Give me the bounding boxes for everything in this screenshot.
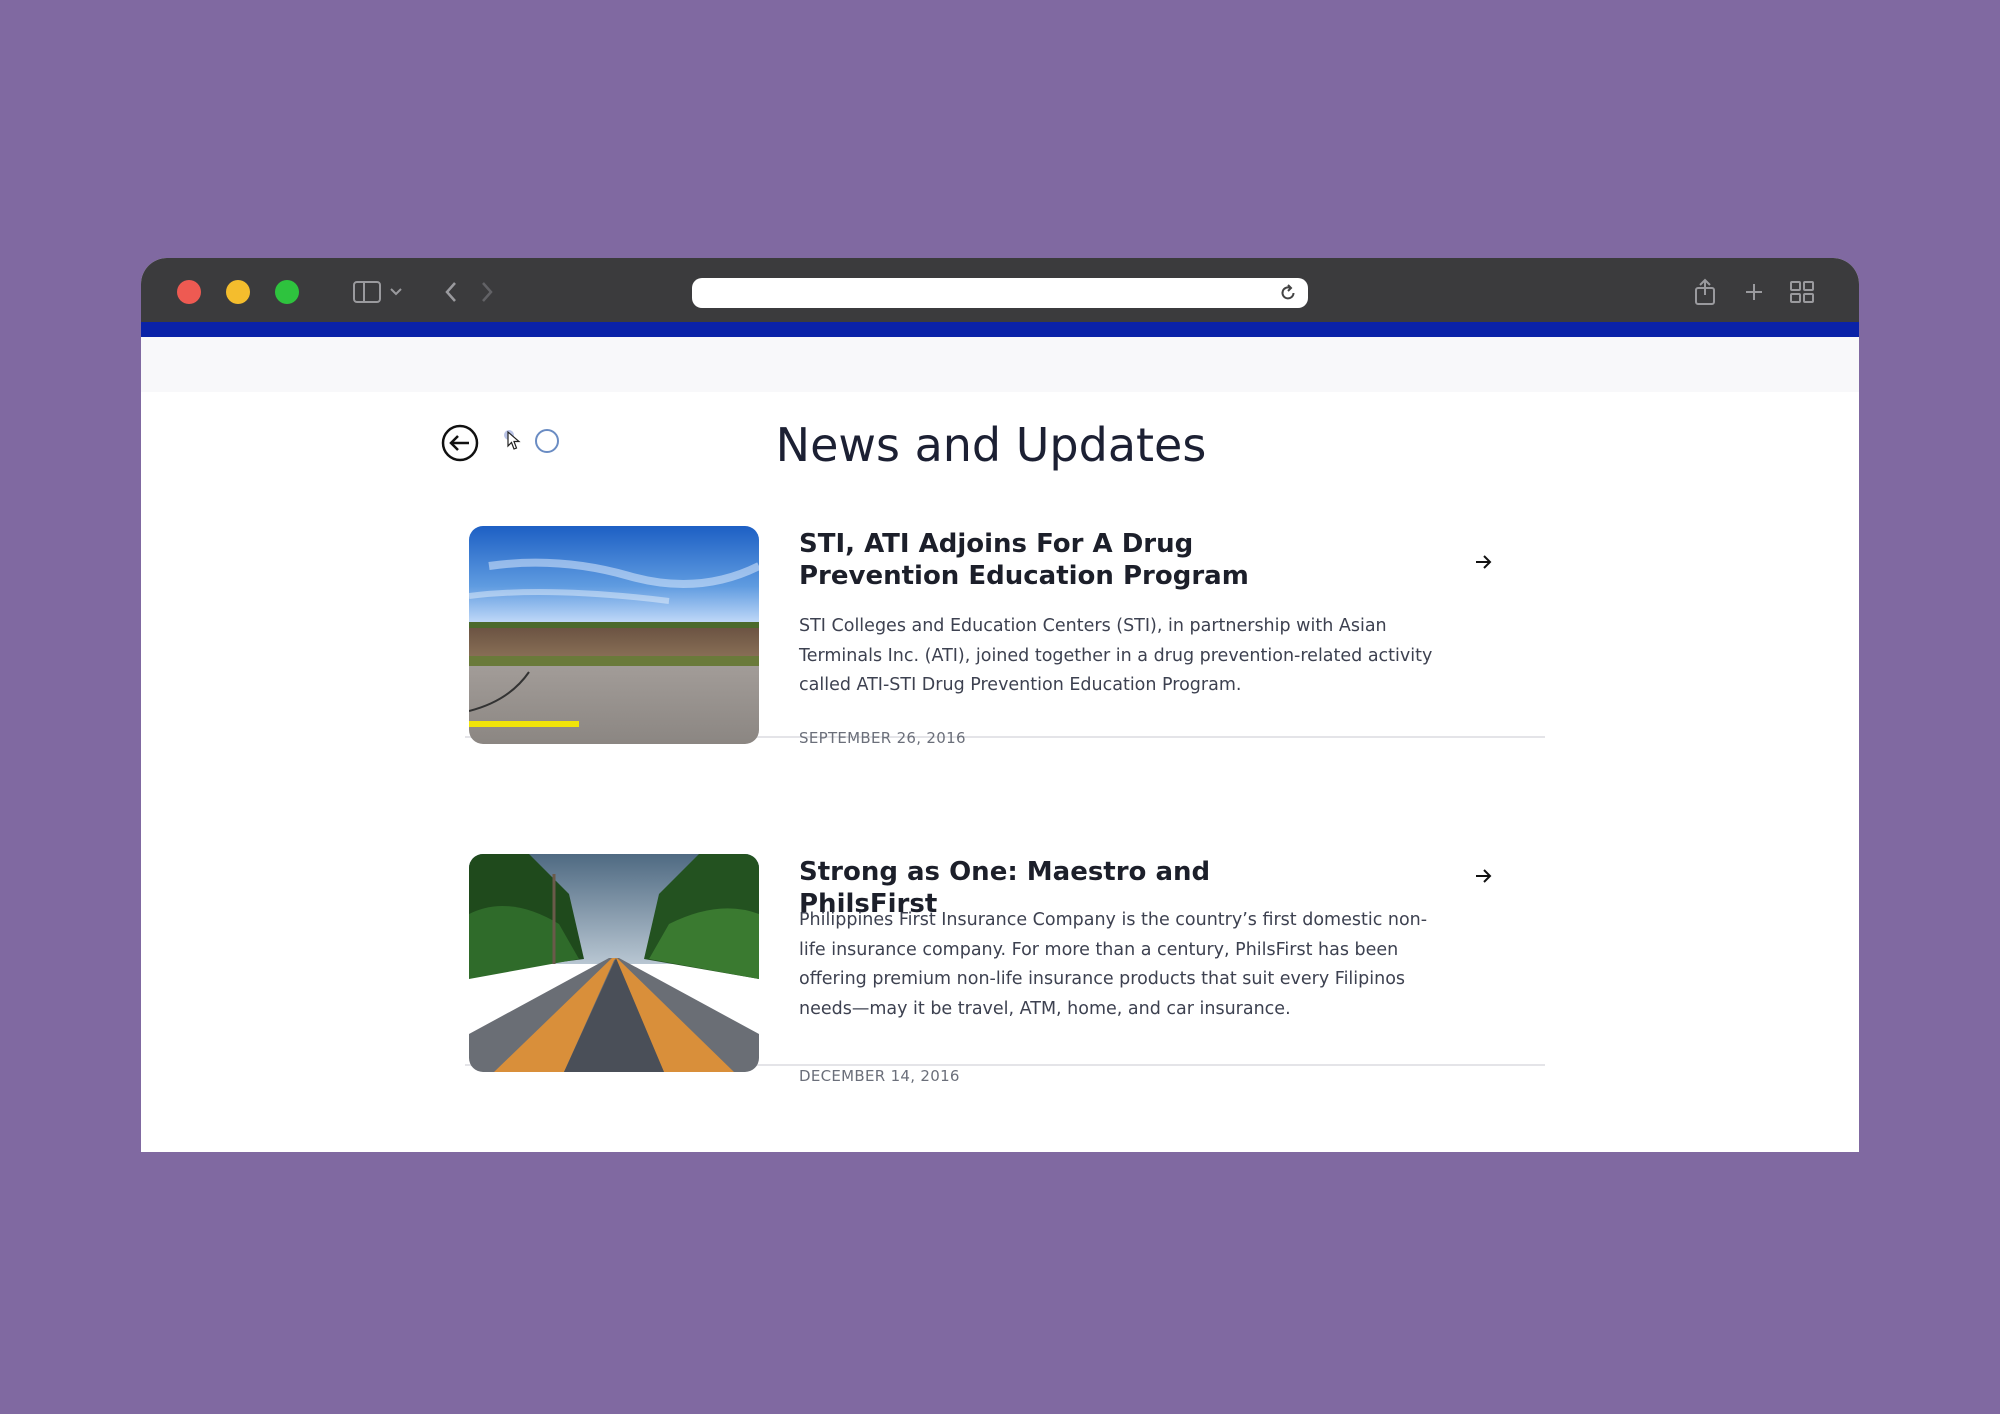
read-more-button[interactable] xyxy=(1473,552,1493,576)
tab-overview-button[interactable] xyxy=(1787,276,1817,308)
back-icon xyxy=(445,282,456,302)
forward-button[interactable] xyxy=(475,276,499,308)
news-thumbnail xyxy=(469,526,759,744)
news-excerpt: STI Colleges and Education Centers (STI)… xyxy=(799,616,1433,695)
sidebar-toggle-button[interactable] xyxy=(348,276,408,308)
read-more-button[interactable] xyxy=(1473,866,1493,890)
mouse-cursor-icon xyxy=(507,431,521,450)
tab-overview-icon xyxy=(1790,281,1814,303)
forest-road-image xyxy=(469,854,759,1072)
arrow-right-icon xyxy=(1476,555,1492,569)
share-icon xyxy=(1695,278,1715,305)
minimize-window-button[interactable] xyxy=(226,280,250,304)
site-subheader xyxy=(141,337,1859,392)
news-date: SEPTEMBER 26, 2016 xyxy=(799,729,966,747)
browser-toolbar xyxy=(141,258,1859,322)
news-title[interactable]: STI, ATI Adjoins For A Drug Prevention E… xyxy=(799,528,1319,592)
arrow-right-icon xyxy=(1476,869,1492,883)
reload-button[interactable] xyxy=(1278,283,1298,307)
address-bar[interactable] xyxy=(692,278,1308,308)
sidebar-icon xyxy=(353,281,381,303)
back-arrow-button[interactable] xyxy=(441,424,479,462)
new-tab-button[interactable] xyxy=(1741,276,1767,308)
carousel-dot[interactable] xyxy=(535,429,559,453)
site-accent-bar xyxy=(141,322,1859,337)
page-content: News and Updates STI, ATI Adjoins For A … xyxy=(141,392,1859,1152)
news-thumbnail xyxy=(469,854,759,1072)
chevron-down-icon xyxy=(390,288,402,296)
close-window-button[interactable] xyxy=(177,280,201,304)
field-road-image xyxy=(469,526,759,744)
news-item[interactable]: Strong as One: Maestro and PhilsFirst Ph… xyxy=(465,854,1545,1085)
page-title: News and Updates xyxy=(775,418,1207,472)
forward-icon xyxy=(482,282,493,302)
back-button[interactable] xyxy=(439,276,463,308)
new-tab-icon xyxy=(1746,284,1762,300)
news-date: DECEMBER 14, 2016 xyxy=(799,1067,960,1085)
zoom-window-button[interactable] xyxy=(275,280,299,304)
news-excerpt: Philippines First Insurance Company is t… xyxy=(799,910,1428,1019)
share-button[interactable] xyxy=(1691,276,1719,308)
browser-window: News and Updates STI, ATI Adjoins For A … xyxy=(141,258,1859,1152)
reload-icon xyxy=(1281,284,1295,300)
news-item[interactable]: STI, ATI Adjoins For A Drug Prevention E… xyxy=(465,526,1545,747)
circle-arrow-left-icon xyxy=(441,424,479,462)
